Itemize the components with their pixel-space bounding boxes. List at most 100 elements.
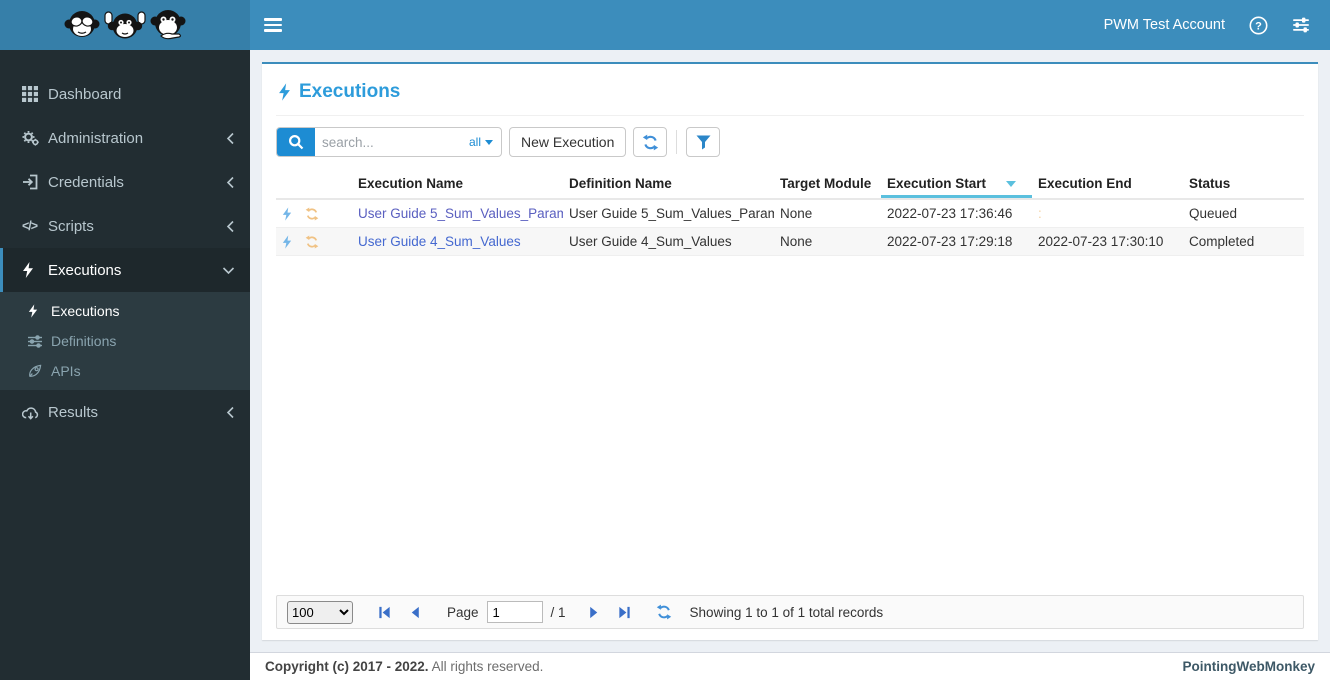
cloud-download-icon <box>22 405 48 420</box>
submenu-item-definitions[interactable]: Definitions <box>0 326 250 356</box>
execution-end-cell: 2022-07-23 17:30:10 <box>1032 227 1183 256</box>
pager-refresh-button[interactable] <box>652 602 676 622</box>
copyright-text: Copyright (c) 2017 - 2022. All rights re… <box>265 659 544 674</box>
table-row: User Guide 5_Sum_Values_Param User Guide… <box>276 199 1304 228</box>
sign-in-icon <box>22 174 48 190</box>
toolbar-separator <box>676 130 678 154</box>
definition-name-cell: User Guide 4_Sum_Values <box>563 227 774 256</box>
search-scope-label: all <box>468 135 481 149</box>
rerun-refresh-icon[interactable] <box>305 235 319 249</box>
chevron-left-icon <box>226 132 235 145</box>
svg-text:?: ? <box>1255 20 1262 32</box>
sidebar-item-label: Scripts <box>48 217 94 235</box>
run-bolt-icon[interactable] <box>282 234 292 249</box>
filter-funnel-icon <box>696 135 711 149</box>
sort-desc-icon <box>1006 180 1016 187</box>
previous-page-button[interactable] <box>404 603 427 622</box>
executions-submenu: Executions Definitions APIs <box>0 292 250 390</box>
sidebar-item-dashboard[interactable]: Dashboard <box>0 72 250 116</box>
page-size-select[interactable]: 100 <box>287 600 353 624</box>
submenu-item-label: Executions <box>51 303 120 319</box>
top-navbar: PWM Test Account ? <box>250 0 1330 50</box>
rerun-refresh-icon[interactable] <box>305 207 319 221</box>
target-module-cell: None <box>774 227 881 256</box>
refresh-icon <box>656 604 671 620</box>
sidebar-item-label: Results <box>48 403 99 421</box>
help-icon[interactable]: ? <box>1249 16 1268 35</box>
sidebar-item-label: Dashboard <box>48 85 122 103</box>
code-icon: </> <box>22 219 38 233</box>
bolt-icon <box>28 304 51 318</box>
new-execution-button[interactable]: New Execution <box>509 127 627 157</box>
column-execution-end[interactable]: Execution End <box>1032 169 1183 200</box>
logo-monkeys-icon <box>64 10 186 40</box>
next-page-button[interactable] <box>582 603 605 622</box>
submenu-item-label: Definitions <box>51 333 117 349</box>
sidebar: Dashboard Administration Credentials </>… <box>0 50 250 680</box>
top-header: PWM Test Account ? <box>0 0 1330 50</box>
column-execution-name[interactable]: Execution Name <box>352 169 563 200</box>
column-execution-start[interactable]: Execution Start <box>881 169 1032 200</box>
chevron-left-icon <box>226 220 235 233</box>
execution-name-link[interactable]: User Guide 4_Sum_Values <box>358 234 521 249</box>
app-logo[interactable] <box>0 0 250 50</box>
account-name[interactable]: PWM Test Account <box>1104 17 1225 33</box>
search-icon <box>288 134 304 150</box>
rocket-icon <box>28 364 51 378</box>
sidebar-item-credentials[interactable]: Credentials <box>0 160 250 204</box>
footer: Copyright (c) 2017 - 2022. All rights re… <box>250 652 1330 680</box>
execution-start-cell: 2022-07-23 17:36:46 <box>881 199 1032 228</box>
last-page-button[interactable] <box>613 603 636 622</box>
refresh-icon <box>642 134 659 150</box>
execution-name-link[interactable]: User Guide 5_Sum_Values_Param <box>358 206 563 221</box>
chevron-down-icon <box>222 266 235 275</box>
execution-start-cell: 2022-07-23 17:29:18 <box>881 227 1032 256</box>
total-pages: / 1 <box>550 604 566 620</box>
column-target-module[interactable]: Target Module <box>774 169 881 200</box>
first-page-button[interactable] <box>373 603 396 622</box>
sidebar-item-label: Executions <box>48 261 122 279</box>
bolt-icon <box>22 262 48 278</box>
column-actions <box>276 169 352 200</box>
page-title-text: Executions <box>299 81 401 102</box>
refresh-button[interactable] <box>633 127 668 157</box>
execution-end-cell: : <box>1032 199 1183 228</box>
search-scope-dropdown[interactable]: all <box>469 135 501 149</box>
sliders-icon <box>28 334 51 348</box>
executions-panel: Executions all <box>262 62 1318 640</box>
submenu-item-executions[interactable]: Executions <box>0 296 250 326</box>
sidebar-toggle-hamburger-icon[interactable] <box>264 15 282 35</box>
target-module-cell: None <box>774 199 881 228</box>
definition-name-cell: User Guide 5_Sum_Values_Param <box>563 199 774 228</box>
run-bolt-icon[interactable] <box>282 206 292 221</box>
submenu-item-apis[interactable]: APIs <box>0 356 250 386</box>
page-number-input[interactable] <box>486 601 543 623</box>
chevron-left-icon <box>226 176 235 189</box>
dashboard-grid-icon <box>22 86 48 102</box>
sidebar-item-administration[interactable]: Administration <box>0 116 250 160</box>
gears-icon <box>22 130 48 146</box>
toolbar: all New Execution <box>276 127 1304 157</box>
filter-button[interactable] <box>686 127 721 157</box>
status-cell: Completed <box>1183 227 1304 256</box>
sidebar-item-results[interactable]: Results <box>0 390 250 434</box>
bolt-icon <box>279 83 290 101</box>
sidebar-item-executions[interactable]: Executions <box>0 248 250 292</box>
sidebar-item-label: Credentials <box>48 173 124 191</box>
table-row: User Guide 4_Sum_Values User Guide 4_Sum… <box>276 227 1304 256</box>
sidebar-item-label: Administration <box>48 129 144 147</box>
column-status[interactable]: Status <box>1183 169 1304 200</box>
settings-sliders-icon[interactable] <box>1292 16 1310 34</box>
executions-table: Execution Name Definition Name Target Mo… <box>276 169 1304 256</box>
search-group: all <box>276 127 502 157</box>
column-definition-name[interactable]: Definition Name <box>563 169 774 200</box>
status-cell: Queued <box>1183 199 1304 228</box>
brand-name: PointingWebMonkey <box>1182 659 1315 674</box>
records-summary: Showing 1 to 1 of 1 total records <box>689 604 884 620</box>
table-header-row: Execution Name Definition Name Target Mo… <box>276 169 1304 200</box>
search-input[interactable] <box>315 134 469 150</box>
page-label: Page <box>447 604 479 620</box>
search-button[interactable] <box>277 128 315 156</box>
sidebar-item-scripts[interactable]: </> Scripts <box>0 204 250 248</box>
submenu-item-label: APIs <box>51 363 81 379</box>
